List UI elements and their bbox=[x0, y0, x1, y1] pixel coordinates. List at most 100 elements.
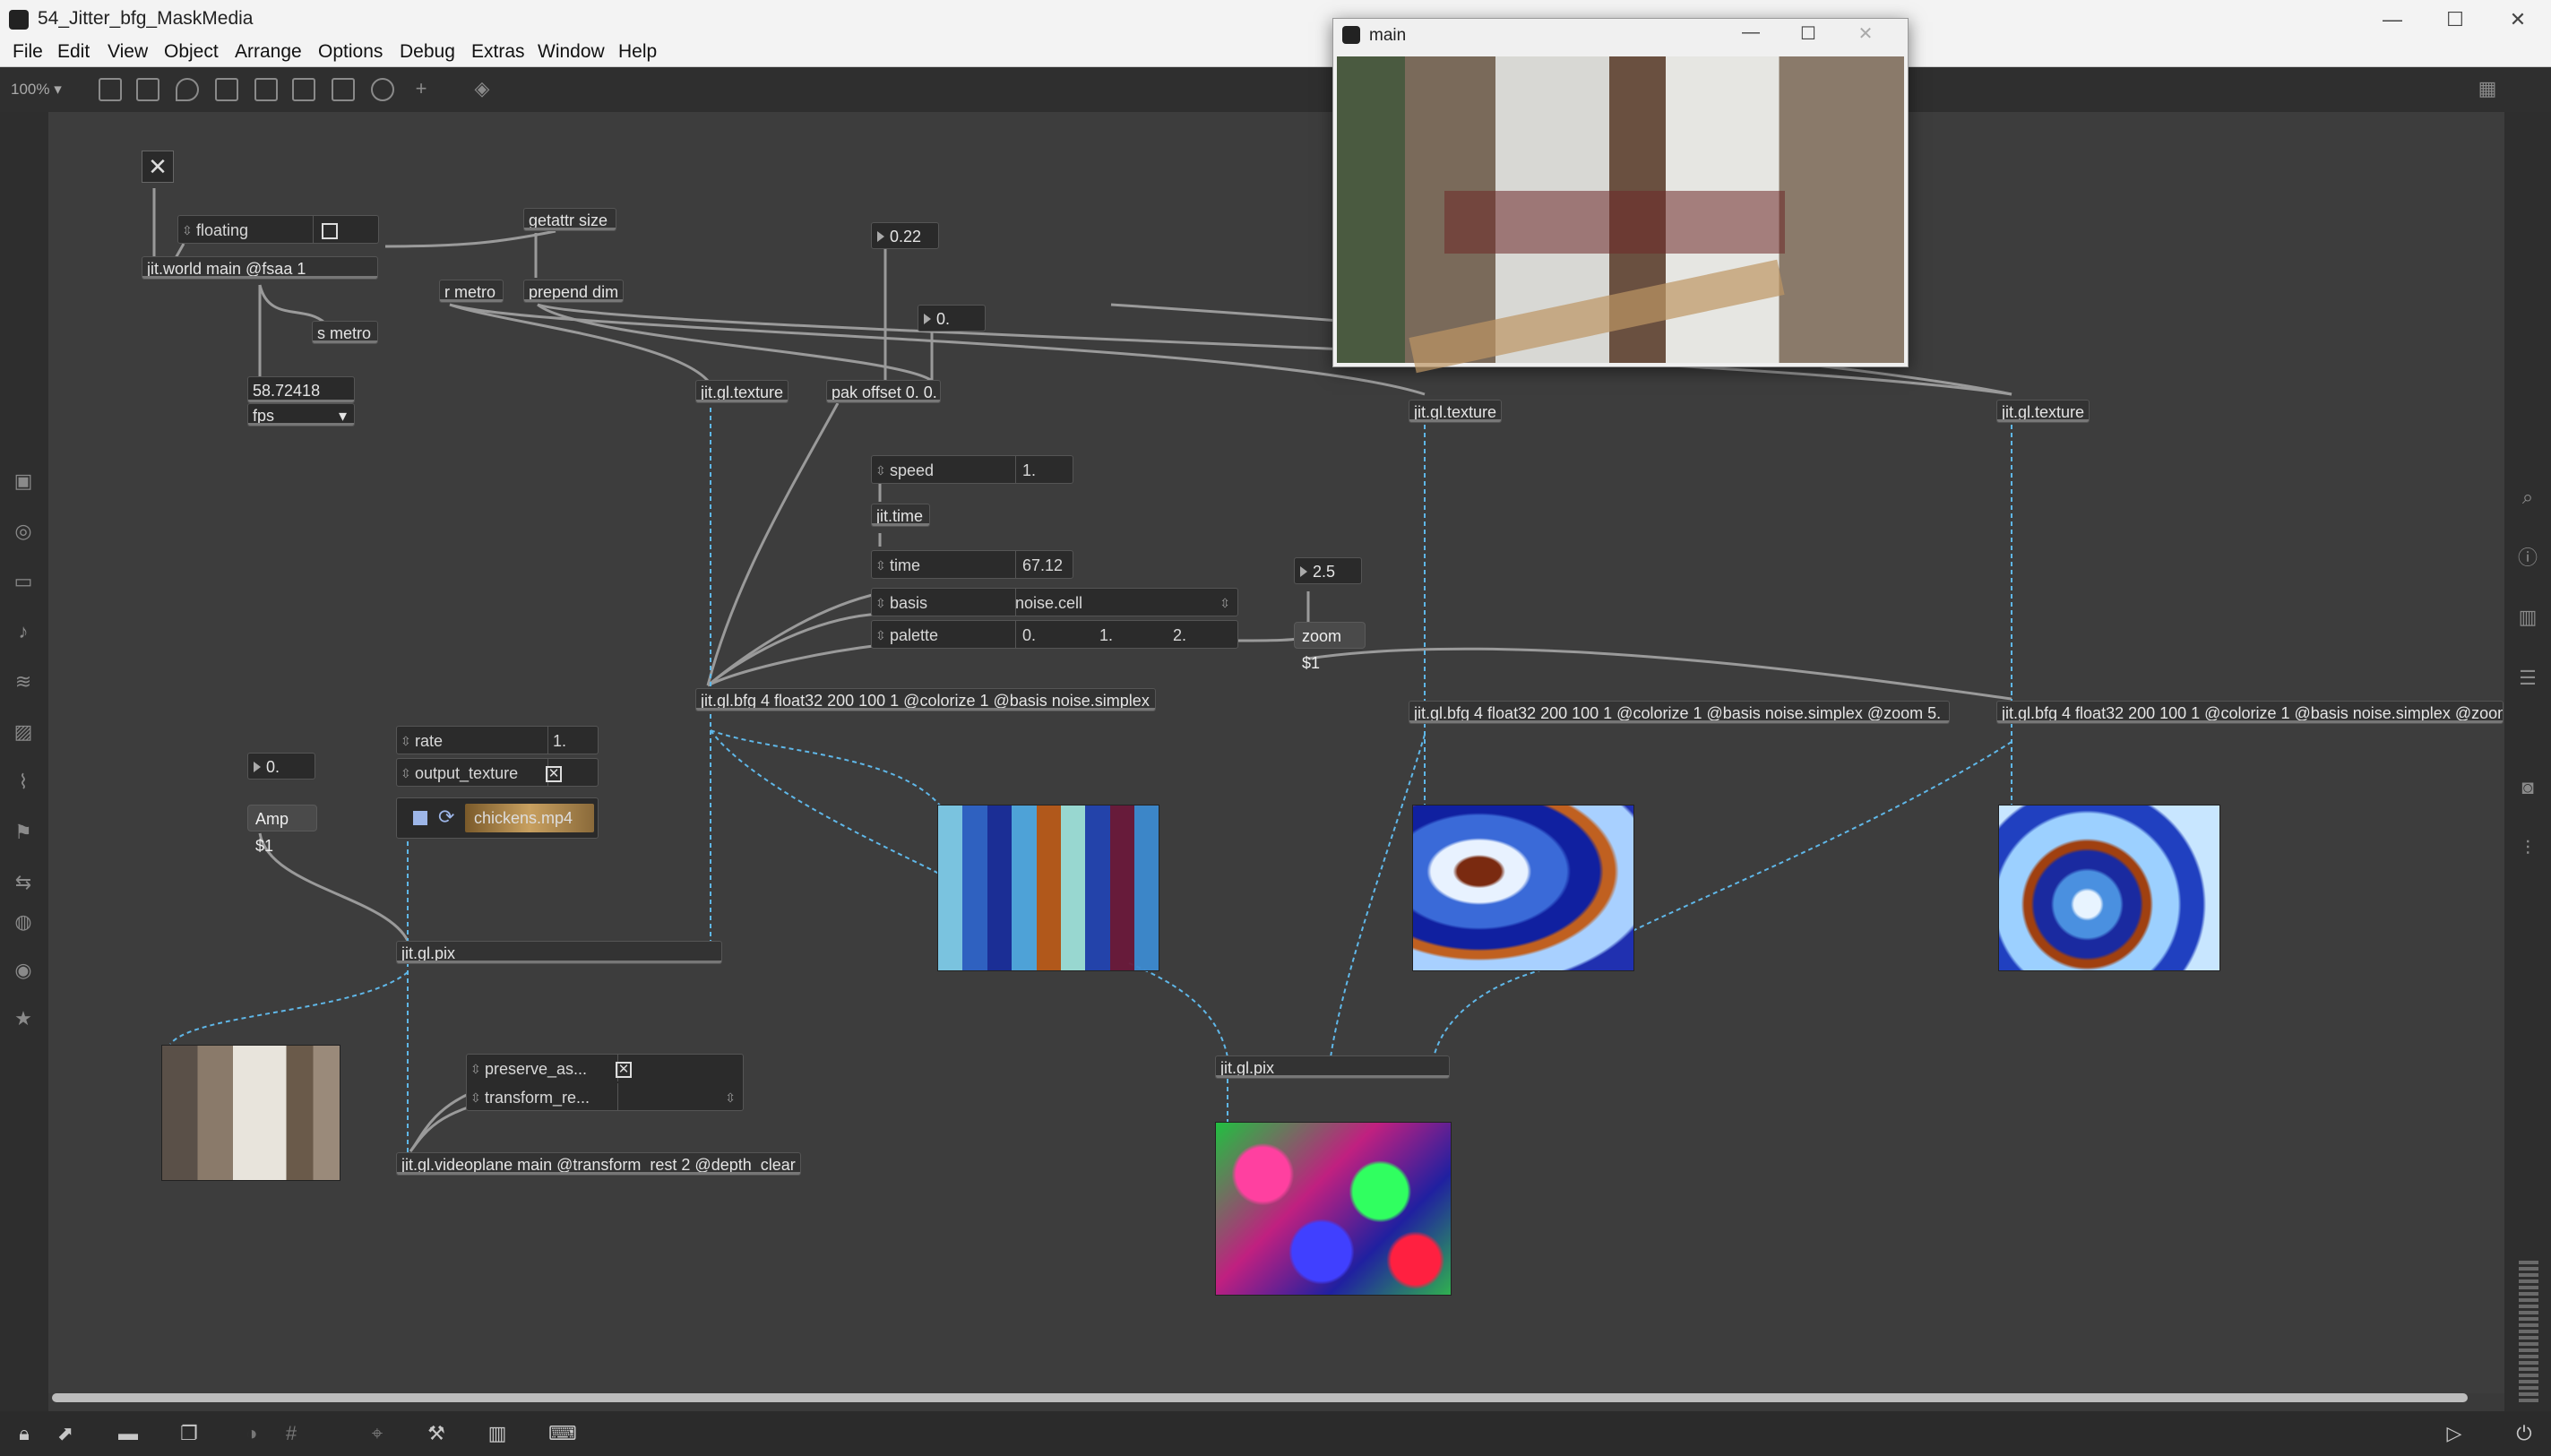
pak-offset-object[interactable]: pak offset 0. 0. bbox=[826, 380, 941, 403]
columns-icon[interactable]: ▥ bbox=[2517, 607, 2538, 628]
help-icon[interactable] bbox=[371, 78, 394, 101]
new-toggle-icon[interactable] bbox=[254, 78, 278, 101]
paint-bucket-icon[interactable]: ◈ bbox=[471, 78, 493, 99]
info-icon[interactable]: ⓘ bbox=[2517, 547, 2538, 569]
videoplane-attrui[interactable]: preserve_as... ✕ transform_re... ⇳ bbox=[466, 1054, 744, 1112]
jit-gl-videoplane-object[interactable]: jit.gl.videoplane main @transform_rest 2… bbox=[396, 1152, 801, 1176]
menu-options[interactable]: Options bbox=[318, 41, 383, 63]
minimize-button[interactable]: — bbox=[2366, 5, 2419, 34]
basis-attr[interactable]: basis noise.cell ⇳ bbox=[871, 588, 1238, 617]
connect-icon[interactable]: ⇆ bbox=[13, 872, 34, 893]
menu-arrange[interactable]: Arrange bbox=[235, 41, 302, 63]
menu-help[interactable]: Help bbox=[618, 41, 657, 63]
prepend-dim-object[interactable]: prepend dim bbox=[523, 280, 624, 303]
new-button-icon[interactable] bbox=[215, 78, 238, 101]
zoom-level[interactable]: 100% ▾ bbox=[11, 81, 62, 99]
close-x-button[interactable]: ✕ bbox=[142, 151, 174, 183]
s-metro-object[interactable]: s metro bbox=[312, 321, 378, 344]
snap-icon[interactable]: ⌖ bbox=[366, 1422, 389, 1445]
movie-player[interactable]: ⟳ chickens.mp4 bbox=[396, 797, 599, 839]
basis-value[interactable]: noise.cell bbox=[1006, 589, 1082, 616]
close-button[interactable]: ✕ bbox=[1840, 22, 1891, 47]
comment-icon[interactable]: ▬ bbox=[116, 1422, 140, 1445]
output-texture-attr[interactable]: output_texture ✕ bbox=[396, 758, 599, 788]
fps-menu[interactable]: fps ▾ bbox=[247, 403, 355, 426]
zoom-message[interactable]: zoom $1 bbox=[1294, 622, 1366, 672]
jit-gl-bfg-2[interactable]: jit.gl.bfg 4 float32 200 100 1 @colorize… bbox=[1409, 701, 1950, 724]
new-comment-icon[interactable] bbox=[176, 78, 199, 101]
amp-message[interactable]: Amp $1 bbox=[247, 805, 317, 855]
signal-icon[interactable]: ≋ bbox=[13, 671, 34, 693]
star-icon[interactable]: ★ bbox=[13, 1008, 34, 1030]
menu-file[interactable]: File bbox=[13, 41, 43, 63]
jit-gl-texture-3[interactable]: jit.gl.texture bbox=[1996, 400, 2090, 423]
jit-gl-bfg-3[interactable]: jit.gl.bfg 4 float32 200 100 1 @colorize… bbox=[1996, 701, 2504, 724]
number-0[interactable]: 0. bbox=[918, 305, 986, 332]
lock-icon[interactable]: 🔒︎ bbox=[13, 1422, 36, 1445]
jit-gl-texture-1[interactable]: jit.gl.texture bbox=[695, 380, 789, 403]
play-icon[interactable]: ▷ bbox=[2443, 1422, 2466, 1445]
number-2-5[interactable]: 2.5 bbox=[1294, 557, 1362, 584]
loop-icon[interactable]: ⟳ bbox=[438, 806, 454, 829]
new-slider-icon[interactable] bbox=[332, 78, 355, 101]
checkbox-checked-icon[interactable]: ✕ bbox=[546, 766, 562, 783]
list-icon[interactable]: ☰ bbox=[2517, 668, 2538, 689]
menu-edit[interactable]: Edit bbox=[57, 41, 90, 63]
time-attr[interactable]: time 67.12 bbox=[871, 550, 1073, 580]
fps-number[interactable]: 58.72418 bbox=[247, 376, 355, 403]
jit-gl-texture-2[interactable]: jit.gl.texture bbox=[1409, 400, 1502, 423]
render-window-main[interactable]: main — ☐ ✕ bbox=[1332, 18, 1909, 374]
music-note-icon[interactable]: ♪ bbox=[13, 621, 34, 642]
new-object-icon[interactable] bbox=[99, 78, 122, 101]
jit-gl-bfg-1[interactable]: jit.gl.bfg 4 float32 200 100 1 @colorize… bbox=[695, 688, 1156, 711]
power-icon[interactable]: ⏻ bbox=[2512, 1422, 2536, 1445]
movie-filename[interactable]: chickens.mp4 bbox=[465, 804, 594, 832]
stop-icon[interactable] bbox=[413, 811, 427, 825]
mute-icon[interactable]: ◑ bbox=[240, 1422, 263, 1445]
menu-window[interactable]: Window bbox=[538, 41, 605, 63]
rate-value[interactable]: 1. bbox=[537, 727, 566, 754]
updown-icon[interactable]: ⇳ bbox=[1219, 589, 1230, 617]
film-icon[interactable]: ▭ bbox=[13, 571, 34, 592]
jit-gl-pix-2[interactable]: jit.gl.pix bbox=[1215, 1055, 1450, 1079]
floating-toggle[interactable] bbox=[313, 216, 338, 243]
menu-debug[interactable]: Debug bbox=[400, 41, 455, 63]
palette-attr[interactable]: palette 0. 1. 2. bbox=[871, 620, 1238, 650]
camera-icon[interactable]: ◙ bbox=[2517, 777, 2538, 798]
wrench-icon[interactable]: ⚒ bbox=[425, 1422, 448, 1445]
jit-time-object[interactable]: jit.time bbox=[871, 504, 930, 527]
palette-value-3[interactable]: 2. bbox=[1157, 621, 1186, 648]
speed-value[interactable]: 1. bbox=[1006, 456, 1036, 483]
menu-view[interactable]: View bbox=[108, 41, 148, 63]
paperclip-icon[interactable]: ⌇ bbox=[13, 771, 34, 793]
preserve-toggle[interactable]: ✕ bbox=[607, 1055, 632, 1081]
keyboard-icon[interactable]: ⌨ bbox=[548, 1422, 577, 1445]
new-message-icon[interactable] bbox=[136, 78, 159, 101]
r-metro-object[interactable]: r metro bbox=[439, 280, 504, 303]
grid-icon[interactable]: # bbox=[280, 1422, 303, 1445]
grid-menu-icon[interactable]: ▦ bbox=[2477, 78, 2498, 99]
bars-icon[interactable]: ▥ bbox=[486, 1422, 509, 1445]
speed-attr[interactable]: speed 1. bbox=[871, 455, 1073, 485]
amp-number[interactable]: 0. bbox=[247, 753, 315, 780]
minimize-button[interactable]: — bbox=[1726, 22, 1776, 47]
search-icon[interactable]: ⌕ bbox=[2517, 487, 2538, 508]
v-icon[interactable]: ◍ bbox=[13, 911, 34, 933]
plug-icon[interactable]: ⚑ bbox=[13, 822, 34, 843]
palette-value-2[interactable]: 1. bbox=[1083, 621, 1113, 648]
time-value[interactable]: 67.12 bbox=[1006, 551, 1063, 578]
maximize-button[interactable]: ☐ bbox=[2428, 5, 2482, 34]
jit-gl-pix-1[interactable]: jit.gl.pix bbox=[396, 941, 722, 964]
palette-value-1[interactable]: 0. bbox=[1006, 621, 1036, 648]
menu-object[interactable]: Object bbox=[164, 41, 219, 63]
jit-world-object[interactable]: jit.world main @fsaa 1 bbox=[142, 256, 378, 280]
cube-icon[interactable]: ▣ bbox=[13, 470, 34, 492]
checkbox-checked-icon[interactable]: ✕ bbox=[616, 1062, 632, 1079]
menu-extras[interactable]: Extras bbox=[471, 41, 525, 63]
horizontal-scrollbar[interactable] bbox=[52, 1393, 2468, 1402]
add-object-icon[interactable]: + bbox=[410, 78, 432, 99]
number-0-22[interactable]: 0.22 bbox=[871, 222, 939, 249]
windows-icon[interactable]: ❐ bbox=[177, 1422, 201, 1445]
rate-attr[interactable]: rate 1. bbox=[396, 726, 599, 755]
new-number-icon[interactable] bbox=[292, 78, 315, 101]
